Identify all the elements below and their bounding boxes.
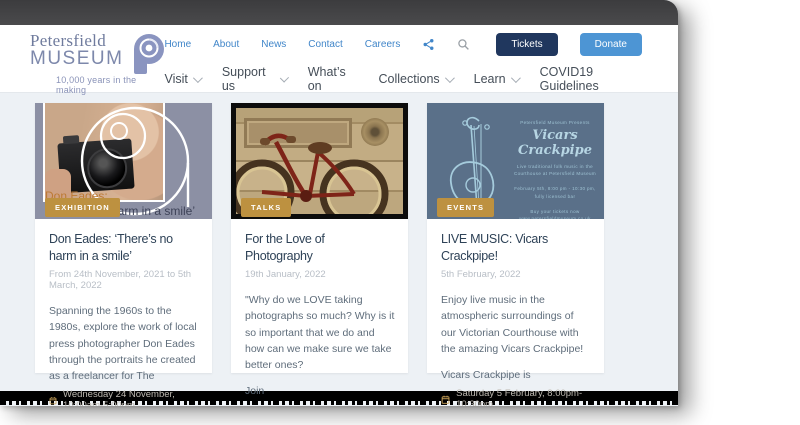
- nav-link-contact[interactable]: Contact: [308, 39, 342, 50]
- nav-link-news[interactable]: News: [261, 39, 286, 50]
- event-date-range: From 24th November, 2021 to 5th March, 2…: [49, 269, 199, 291]
- nav-link-home[interactable]: Home: [164, 39, 191, 50]
- poster-presents: Petersfield Museum Presents: [513, 119, 597, 126]
- nav-item-support-us[interactable]: Support us: [222, 65, 286, 93]
- event-description-2: Join: [245, 383, 395, 399]
- logo-line1: Petersfield: [30, 32, 123, 49]
- poster-subtitle: Live traditional folk music in the Court…: [513, 163, 597, 177]
- event-meta: Wednesday 19 January, 7:30pm-9:00pm From…: [245, 400, 395, 406]
- poster-info: February 5th, 8:00 pm - 10:30 pm, fully …: [513, 185, 597, 199]
- chevron-down-icon: [279, 73, 288, 82]
- donate-button[interactable]: Donate: [580, 33, 642, 56]
- category-badge-talks: TALKS: [241, 198, 291, 217]
- logo-line2: MUSEUM: [30, 49, 123, 70]
- category-badge-exhibition: EXHIBITION: [45, 198, 120, 217]
- tickets-button[interactable]: Tickets: [496, 33, 557, 56]
- event-image-don-eades[interactable]: Don Eades: harm in a smile’ EXHIBITION: [35, 103, 212, 219]
- event-description: Spanning the 1960s to the 1980s, explore…: [49, 303, 199, 384]
- event-when: Saturday 5 February, 8:00pm-10:30pm: [456, 388, 591, 406]
- nav-item-covid19-guidelines[interactable]: COVID19 Guidelines: [540, 65, 642, 93]
- category-badge-events: EVENTS: [437, 198, 494, 217]
- chevron-down-icon: [511, 73, 521, 83]
- event-when: Wednesday 24 November, 10:00am-5:00pm: [63, 389, 199, 406]
- utility-nav: Home About News Contact Careers Tickets …: [164, 33, 641, 56]
- poster-title: VicarsCrackpipe: [513, 129, 597, 159]
- nav-item-learn[interactable]: Learn: [474, 72, 518, 86]
- event-title[interactable]: LIVE MUSIC: Vicars Crackpipe!: [441, 231, 591, 264]
- event-when: Wednesday 19 January, 7:30pm-9:00pm: [260, 405, 395, 406]
- search-icon[interactable]: [457, 38, 470, 51]
- nav-item-whats-on[interactable]: What’s on: [308, 65, 357, 93]
- event-card-vicars-crackpipe[interactable]: Petersfield Museum Presents VicarsCrackp…: [427, 103, 604, 373]
- event-description: Enjoy live music in the atmospheric surr…: [441, 292, 591, 357]
- event-description: "Why do we LOVE taking photographs so mu…: [245, 292, 395, 373]
- calendar-icon: [49, 395, 57, 406]
- museum-logo[interactable]: Petersfield MUSEUM 10,000 years in the m…: [0, 25, 164, 92]
- chevron-down-icon: [445, 73, 455, 83]
- card-body: LIVE MUSIC: Vicars Crackpipe! 5th Februa…: [427, 219, 604, 406]
- museum-p-logo-icon: [130, 34, 164, 74]
- event-title[interactable]: Don Eades: ‘There’s no harm in a smile’: [49, 231, 199, 264]
- card-body: For the Love of Photography 19th January…: [231, 219, 408, 406]
- event-description-2: Vicars Crackpipe is: [441, 367, 591, 383]
- nav-link-careers[interactable]: Careers: [365, 39, 401, 50]
- share-icon[interactable]: [422, 38, 435, 51]
- event-date: 5th February, 2022: [441, 269, 591, 280]
- poster-tickets: Buy your tickets now www.petersfieldmuse…: [513, 208, 597, 219]
- card-body: Don Eades: ‘There’s no harm in a smile’ …: [35, 219, 212, 406]
- header-nav: Home About News Contact Careers Tickets …: [164, 25, 678, 92]
- event-meta: Saturday 5 February, 8:00pm-10:30pm From…: [441, 383, 591, 406]
- chevron-down-icon: [193, 73, 203, 83]
- event-title[interactable]: For the Love of Photography: [245, 231, 395, 264]
- event-card-love-of-photography[interactable]: TALKS For the Love of Photography 19th J…: [231, 103, 408, 373]
- event-meta: Wednesday 24 November, 10:00am-5:00pm No…: [49, 384, 199, 406]
- nav-link-about[interactable]: About: [213, 39, 239, 50]
- site-header: Petersfield MUSEUM 10,000 years in the m…: [0, 25, 678, 93]
- nav-item-collections[interactable]: Collections: [379, 72, 452, 86]
- browser-window: Petersfield MUSEUM 10,000 years in the m…: [0, 0, 678, 406]
- calendar-icon: [441, 394, 450, 405]
- event-card-don-eades[interactable]: Don Eades: harm in a smile’ EXHIBITION D…: [35, 103, 212, 373]
- event-date: 19th January, 2022: [245, 269, 395, 280]
- main-nav: Visit Support us What’s on Collections L…: [164, 65, 641, 93]
- event-image-gig-poster[interactable]: Petersfield Museum Presents VicarsCrackp…: [427, 103, 604, 219]
- window-titlebar[interactable]: [0, 0, 678, 25]
- event-image-bicycle[interactable]: TALKS: [231, 103, 408, 219]
- logo-tagline: 10,000 years in the making: [56, 75, 164, 95]
- nav-item-visit[interactable]: Visit: [164, 72, 199, 86]
- poster-text: Petersfield Museum Presents VicarsCrackp…: [513, 119, 597, 219]
- whats-on-card-grid: Don Eades: harm in a smile’ EXHIBITION D…: [0, 93, 678, 391]
